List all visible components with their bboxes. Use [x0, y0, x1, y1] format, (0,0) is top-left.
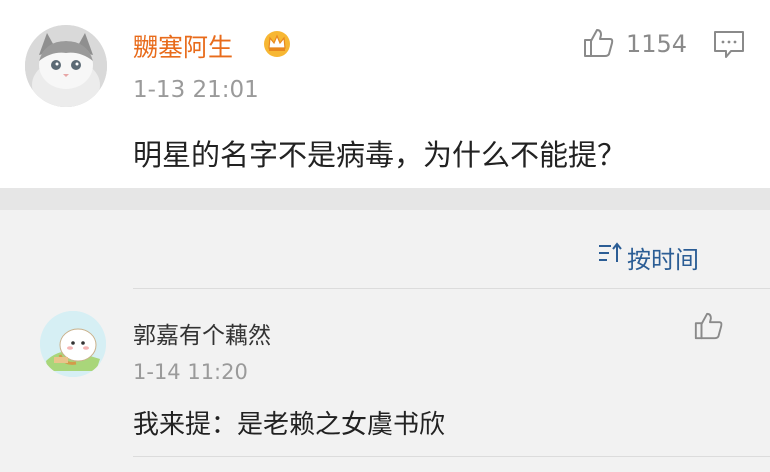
reply-avatar[interactable]: [40, 311, 106, 377]
reply-text: 我来提：是老赖之女虞书欣: [133, 410, 446, 440]
post-text: 明星的名字不是病毒，为什么不能提？: [133, 138, 627, 172]
divider-line: [133, 288, 770, 289]
avatar[interactable]: [25, 25, 107, 107]
like-count: 1154: [626, 30, 688, 58]
reply-username[interactable]: 郭嘉有个藕然: [133, 316, 271, 350]
post-username[interactable]: 嬲塞阿生: [133, 28, 233, 64]
reply-timestamp: 1-14 11:20: [133, 360, 248, 384]
sort-icon[interactable]: [597, 240, 623, 266]
cat-avatar-icon: [25, 25, 107, 107]
divider-line: [133, 456, 770, 457]
section-divider: [0, 188, 770, 210]
crown-icon: [262, 28, 292, 58]
cartoon-avatar-icon: [40, 311, 106, 377]
thumbs-up-icon[interactable]: [582, 26, 616, 60]
comment-icon[interactable]: [712, 29, 746, 61]
main-post: 嬲塞阿生 1-13 21:01 明星的名字不是病毒，为什么不能提？ 1154: [0, 0, 770, 188]
thumbs-up-icon[interactable]: [693, 310, 725, 342]
post-timestamp: 1-13 21:01: [133, 77, 259, 103]
sort-by-time-button[interactable]: 按时间: [627, 240, 699, 275]
